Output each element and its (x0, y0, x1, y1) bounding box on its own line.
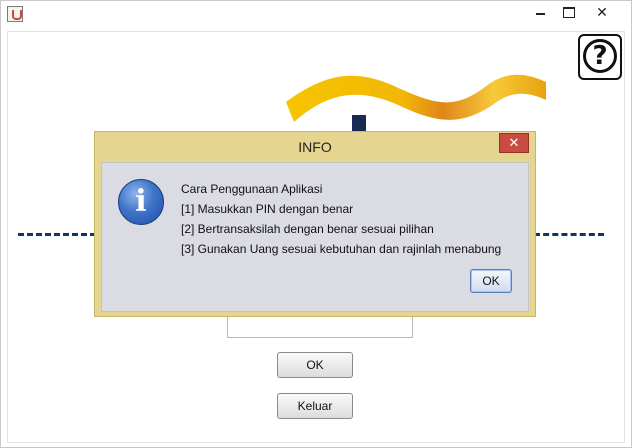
java-app-icon (7, 6, 23, 22)
dashed-line-left (18, 233, 96, 236)
message-line: [1] Masukkan PIN dengan benar (181, 199, 501, 219)
dialog-close-button[interactable]: ✕ (499, 133, 529, 153)
pin-input-field[interactable] (227, 315, 413, 338)
message-line: [2] Bertransaksilah dengan benar sesuai … (181, 219, 501, 239)
help-button[interactable]: ? (578, 34, 622, 80)
dialog-ok-button[interactable]: OK (470, 269, 512, 293)
close-window-button[interactable]: ✕ (585, 1, 619, 23)
message-line: [3] Gunakan Uang sesuai kebutuhan dan ra… (181, 239, 501, 259)
question-mark-icon: ? (583, 39, 617, 73)
title-bar: ✕ (1, 1, 631, 27)
dialog-message: Cara Penggunaan Aplikasi [1] Masukkan PI… (181, 179, 501, 259)
message-line: Cara Penggunaan Aplikasi (181, 179, 501, 199)
maximize-button[interactable] (553, 1, 583, 23)
exit-button[interactable]: Keluar (277, 393, 353, 419)
ok-button[interactable]: OK (277, 352, 353, 378)
info-icon: i (118, 179, 164, 225)
info-dialog: INFO ✕ i Cara Penggunaan Aplikasi [1] Ma… (94, 131, 536, 317)
dialog-title: INFO (95, 132, 535, 162)
dashed-line-right (534, 233, 604, 236)
dialog-body: i Cara Penggunaan Aplikasi [1] Masukkan … (101, 162, 529, 312)
ribbon-logo (284, 64, 548, 124)
minimize-button[interactable] (525, 1, 555, 23)
